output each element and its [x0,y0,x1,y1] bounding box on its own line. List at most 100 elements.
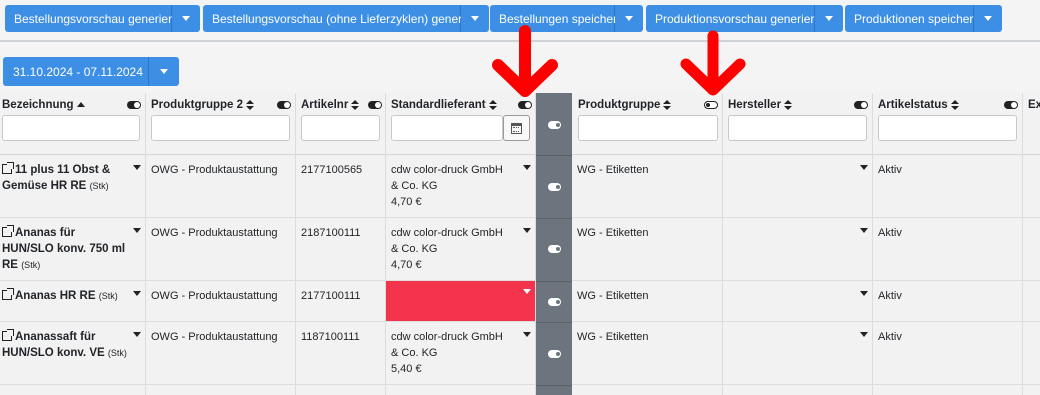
table-cell-empty[interactable] [723,281,872,322]
caret-down-icon[interactable] [523,165,531,170]
table-cell-name[interactable]: Ananassaft für HUN/SLO konv. VE (Stk) [0,322,145,385]
external-link-icon[interactable] [2,288,14,300]
save-productions-button[interactable]: Produktionen speichern [845,5,980,32]
toggle-icon[interactable] [548,298,561,306]
external-link-icon[interactable] [2,225,14,237]
production-preview-button-group: Produktionsvorschau generieren [646,5,843,32]
column-header: Artikelnr [296,93,385,155]
date-range-dropdown-toggle[interactable] [149,57,179,86]
table-cell: WG - Etiketten [572,155,722,218]
table-cell-empty [1023,155,1040,218]
generate-production-preview-button[interactable]: Produktionsvorschau generieren [646,5,828,32]
order-preview-no-cycles-dropdown-toggle[interactable] [461,5,489,32]
caret-down-icon[interactable] [860,332,868,337]
artikelstatus-filter-input[interactable] [878,115,1017,141]
caret-down-icon[interactable] [523,289,531,294]
column-header-title[interactable]: Artikelnr [301,99,360,111]
toggle-icon[interactable] [854,101,868,109]
toggle-icon[interactable] [548,121,561,129]
table-cell: OWG - Produktaustattung [146,155,295,218]
standardlieferant-filter-input[interactable] [391,115,503,141]
generate-order-preview-button[interactable]: Bestellungsvorschau generieren [5,5,185,32]
order-preview-button-group: Bestellungsvorschau generieren [5,5,200,32]
table-cell-supplier[interactable]: cdw color-druck GmbH & Co. KG 5,40 € [386,322,535,385]
column-header-title[interactable]: Artikelstatus [878,99,959,111]
caret-down-icon[interactable] [133,165,141,170]
column-header-title[interactable]: Produktgruppe [578,99,672,111]
toggle-icon[interactable] [127,101,141,109]
table-cell-supplier[interactable]: cdw color-druck GmbH & Co. KG 4,70 € [386,218,535,281]
sort-icon [950,100,959,110]
artikelnr-filter-input[interactable] [301,115,380,141]
toggle-icon[interactable] [548,245,561,253]
save-productions-dropdown-toggle[interactable] [974,5,1002,32]
hersteller-filter-input[interactable] [728,115,867,141]
column-header: Produktgruppe 2 [146,93,295,155]
toggle-icon[interactable] [368,101,382,109]
table-cell: 2177100565 [296,155,385,218]
table-cell-name[interactable]: 11 plus 11 Obst & Gemüse HR RE (Stk) [0,155,145,218]
column-produktgruppe-2: Produktgruppe 2 OWG - Produktaustattung … [146,93,296,395]
table-cell-name[interactable]: Ananas für HUN/SLO konv. 750 ml RE (Stk) [0,218,145,281]
caret-down-icon [160,69,168,74]
column-header-title[interactable]: Bezeichnung [2,99,85,111]
caret-down-icon [471,16,479,21]
column-artikelnr: Artikelnr 2177100565 2187100111 21771001… [296,93,386,395]
caret-down-icon [984,16,992,21]
column-header-title[interactable]: Produktgruppe 2 [151,99,255,111]
caret-down-icon[interactable] [133,332,141,337]
table-cell: WG - Etiketten [572,281,722,322]
table-cell: WG - Etiketten [572,218,722,281]
external-link-icon[interactable] [2,162,14,174]
caret-down-icon [825,16,833,21]
column-header-title[interactable]: Hersteller [728,99,793,111]
external-link-icon[interactable] [2,329,14,341]
down-arrow-annotation [492,25,558,97]
table-cell-supplier-missing[interactable] [386,281,535,322]
column-header-title[interactable]: Standardlieferant [391,99,497,111]
toggle-icon[interactable] [1004,101,1018,109]
caret-down-icon[interactable] [860,291,868,296]
column-header-title[interactable]: Ex [1028,99,1040,111]
caret-down-icon[interactable] [523,332,531,337]
table-cell-empty [1023,218,1040,281]
table-cell: 2187100111 [296,218,385,281]
generate-order-preview-no-cycles-button[interactable]: Bestellungsvorschau (ohne Lieferzyklen) … [203,5,489,32]
toggle-icon[interactable] [548,350,561,358]
caret-down-icon[interactable] [133,291,141,296]
column-header: Bezeichnung [0,93,145,155]
toggle-icon[interactable] [518,101,532,109]
table-cell-empty[interactable] [723,322,872,385]
table-cell-empty[interactable] [723,155,872,218]
caret-down-icon [182,16,190,21]
caret-down-icon[interactable] [860,165,868,170]
table-cell-supplier[interactable]: cdw color-druck GmbH & Co. KG 4,70 € [386,155,535,218]
caret-down-icon[interactable] [133,228,141,233]
production-preview-dropdown-toggle[interactable] [815,5,843,32]
bezeichnung-filter-input[interactable] [2,115,140,141]
order-preview-dropdown-toggle[interactable] [172,5,200,32]
table-cell: Aktiv [873,155,1022,218]
table-cell-name[interactable]: Ananas HR RE (Stk) [0,281,145,322]
divider [536,155,572,156]
table-cell-empty[interactable] [723,218,872,281]
table-cell: 1187100111 [296,322,385,385]
produktgruppe-filter-input[interactable] [578,115,718,141]
article-grid: Bezeichnung 11 plus 11 Obst & Gemüse HR … [0,93,1040,395]
column-artikelstatus: Artikelstatus Aktiv Aktiv Aktiv Aktiv [873,93,1023,395]
column-produktgruppe: Produktgruppe WG - Etiketten WG - Etiket… [572,93,723,395]
caret-down-icon[interactable] [523,228,531,233]
toggle-icon[interactable] [548,183,561,191]
sort-ascending-icon [76,102,85,108]
sort-icon [663,100,672,110]
calendar-button[interactable] [503,115,530,141]
toggle-icon[interactable] [277,101,291,109]
date-range-filter-button[interactable]: 31.10.2024 - 07.11.2024 [3,57,149,86]
table-cell: Aktiv [873,281,1022,322]
save-productions-button-group: Produktionen speichern [845,5,1002,32]
produktgruppe-2-filter-input[interactable] [151,115,290,141]
down-arrow-annotation [680,30,746,96]
save-orders-dropdown-toggle[interactable] [615,5,643,32]
caret-down-icon[interactable] [860,228,868,233]
toggle-icon[interactable] [704,101,718,109]
